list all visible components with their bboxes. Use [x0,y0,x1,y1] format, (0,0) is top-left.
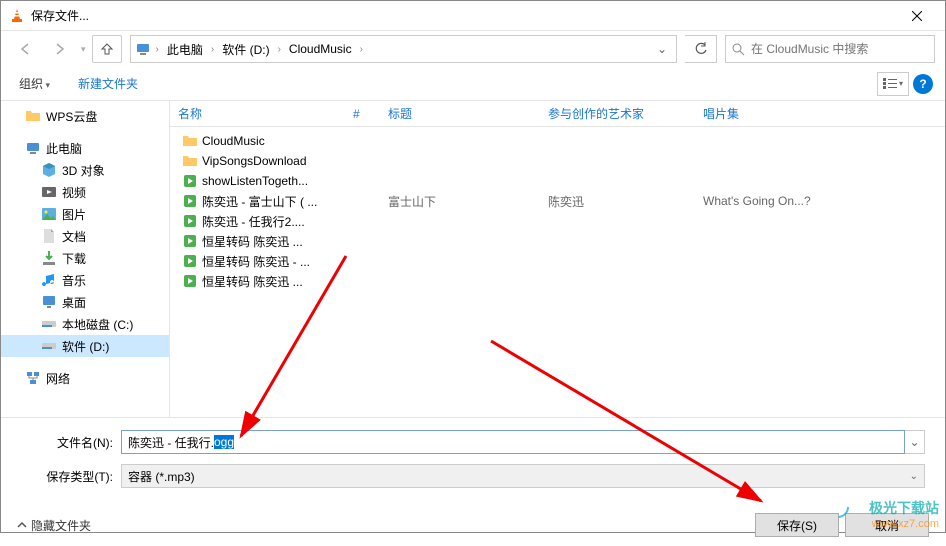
chevron-right-icon: › [153,44,162,55]
back-button[interactable] [11,35,41,63]
up-button[interactable] [92,35,122,63]
sidebar-item-music[interactable]: 音乐 [1,269,169,291]
vlc-icon [9,8,25,24]
refresh-button[interactable] [685,35,717,63]
sidebar-item-thispc[interactable]: 此电脑 [1,137,169,159]
arrow-right-icon [53,42,67,56]
main-area: WPS云盘 此电脑 3D 对象 视频 图片 文档 下载 音乐 桌面 本地磁盘 (… [1,101,945,417]
filetype-select[interactable]: 容器 (*.mp3)⌄ [121,464,925,488]
breadcrumb-item[interactable]: 此电脑 [164,39,206,60]
file-row[interactable]: 恒星转码 陈奕迅 ... [170,271,945,291]
video-icon [41,184,57,200]
file-row[interactable]: 陈奕迅 - 任我行2.... [170,211,945,231]
image-icon [41,206,57,222]
breadcrumb-item[interactable]: 软件 (D:) [219,39,272,60]
sidebar-item-downloads[interactable]: 下载 [1,247,169,269]
search-input[interactable] [751,42,928,56]
save-form: 文件名(N): 陈奕迅 - 任我行.ogg ⌄ 保存类型(T): 容器 (*.m… [1,417,945,504]
folder-icon [25,108,41,124]
sidebar-item-drive-c[interactable]: 本地磁盘 (C:) [1,313,169,335]
sidebar-item-3d[interactable]: 3D 对象 [1,159,169,181]
toolbar: 组织 新建文件夹 ▾ ? [1,67,945,101]
column-artist[interactable]: 参与创作的艺术家 [540,105,695,122]
close-button[interactable] [897,2,937,30]
drive-icon [41,316,57,332]
column-number[interactable]: # [345,107,380,121]
chevron-right-icon: › [208,44,217,55]
close-icon [912,11,922,21]
sidebar-item-network[interactable]: 网络 [1,367,169,389]
file-row[interactable]: 恒星转码 陈奕迅 - ... [170,251,945,271]
column-title[interactable]: 标题 [380,105,540,122]
list-icon [883,78,897,90]
hide-folders-button[interactable]: 隐藏文件夹 [17,517,91,534]
filetype-label: 保存类型(T): [21,468,121,485]
drive-icon [41,338,57,354]
sidebar-item-videos[interactable]: 视频 [1,181,169,203]
breadcrumb-item[interactable]: CloudMusic [286,40,355,58]
column-headers: 名称 # 标题 参与创作的艺术家 唱片集 [170,101,945,127]
window-title: 保存文件... [31,7,897,24]
search-icon [732,43,745,56]
view-mode-button[interactable]: ▾ [877,72,909,96]
refresh-icon [694,42,708,56]
chevron-right-icon: › [275,44,284,55]
sidebar-item-desktop[interactable]: 桌面 [1,291,169,313]
sidebar-item-documents[interactable]: 文档 [1,225,169,247]
arrow-up-icon [100,42,114,56]
cube-icon [41,162,57,178]
file-row[interactable]: showListenTogeth... [170,171,945,191]
search-box[interactable] [725,35,935,63]
help-button[interactable]: ? [913,74,933,94]
sidebar: WPS云盘 此电脑 3D 对象 视频 图片 文档 下载 音乐 桌面 本地磁盘 (… [1,101,169,417]
watermark: 极光下载站 www.xz7.com [869,498,939,530]
logo-icon [827,496,849,518]
sidebar-item-drive-d[interactable]: 软件 (D:) [1,335,169,357]
recent-dropdown[interactable]: ▾ [79,44,88,55]
breadcrumb[interactable]: › 此电脑 › 软件 (D:) › CloudMusic › ⌄ [130,35,677,63]
file-list: 名称 # 标题 参与创作的艺术家 唱片集 CloudMusicVipSongsD… [169,101,945,417]
network-icon [25,370,41,386]
newfolder-button[interactable]: 新建文件夹 [72,71,144,96]
chevron-right-icon: › [357,44,366,55]
chevron-down-icon[interactable]: ⌄ [652,42,672,56]
organize-button[interactable]: 组织 [13,71,56,96]
forward-button[interactable] [45,35,75,63]
sidebar-item-wps[interactable]: WPS云盘 [1,105,169,127]
file-row[interactable]: 陈奕迅 - 富士山下 ( ...富士山下陈奕迅What's Going On..… [170,191,945,211]
filename-input[interactable]: 陈奕迅 - 任我行.ogg [121,430,905,454]
chevron-down-icon: ⌄ [910,471,918,482]
desktop-icon [41,294,57,310]
file-row[interactable]: VipSongsDownload [170,151,945,171]
sidebar-item-pictures[interactable]: 图片 [1,203,169,225]
music-icon [41,272,57,288]
chevron-up-icon [17,520,27,530]
arrow-left-icon [19,42,33,56]
pc-icon [25,140,41,156]
column-name[interactable]: 名称 [170,105,345,122]
filename-label: 文件名(N): [21,434,121,451]
filename-dropdown[interactable]: ⌄ [905,430,925,454]
download-icon [41,250,57,266]
file-row[interactable]: 恒星转码 陈奕迅 ... [170,231,945,251]
column-album[interactable]: 唱片集 [695,105,945,122]
document-icon [41,228,57,244]
navbar: ▾ › 此电脑 › 软件 (D:) › CloudMusic › ⌄ [1,31,945,67]
pc-icon [135,41,151,57]
footer: 隐藏文件夹 保存(S) 取消 [1,504,945,546]
file-row[interactable]: CloudMusic [170,131,945,151]
file-rows: CloudMusicVipSongsDownloadshowListenToge… [170,127,945,291]
titlebar: 保存文件... [1,1,945,31]
